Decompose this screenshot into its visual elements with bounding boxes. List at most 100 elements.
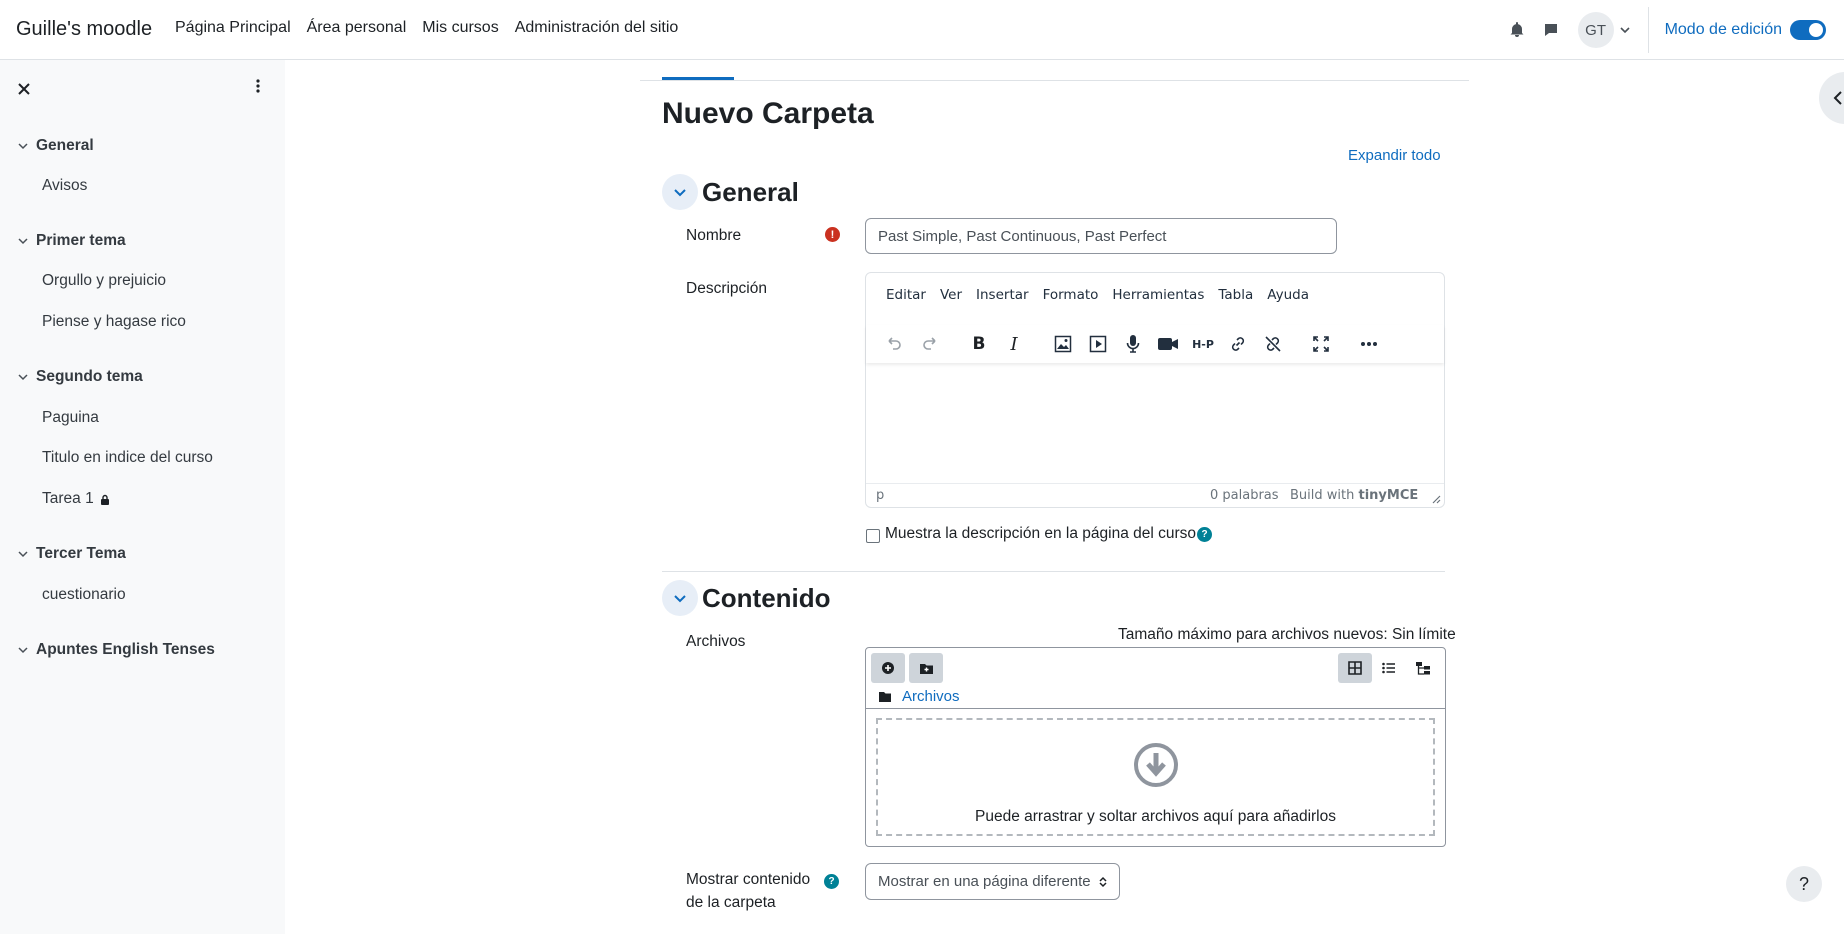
bold-button[interactable]: B	[966, 331, 992, 357]
section-title: Tercer Tema	[36, 545, 126, 562]
course-item-cuestionario[interactable]: cuestionario	[42, 586, 126, 604]
course-item-titulo[interactable]: Titulo en indice del curso	[42, 449, 213, 467]
course-item-tarea-1[interactable]: Tarea 1	[42, 490, 110, 508]
course-section-tercer-tema[interactable]: Tercer Tema	[18, 545, 126, 563]
course-section-general[interactable]: General	[18, 137, 94, 155]
nav-link-my-courses[interactable]: Mis cursos	[422, 19, 498, 37]
more-tools-button[interactable]	[1356, 331, 1382, 357]
notifications-button[interactable]	[1500, 13, 1534, 47]
add-folder-icon	[919, 663, 933, 674]
name-field[interactable]	[865, 218, 1337, 254]
edit-mode-label: Modo de edición	[1664, 21, 1782, 38]
lock-icon	[100, 494, 109, 505]
insert-image-button[interactable]	[1050, 331, 1076, 357]
record-video-button[interactable]	[1155, 331, 1181, 357]
show-description-checkbox[interactable]	[866, 529, 880, 543]
menu-format[interactable]: Formato	[1043, 287, 1099, 303]
site-name[interactable]: Guille's moodle	[16, 18, 152, 41]
create-folder-button[interactable]	[909, 653, 943, 683]
resize-handle-icon[interactable]	[1432, 495, 1441, 504]
course-item-paguina[interactable]: Paguina	[42, 409, 99, 427]
collapse-content-button[interactable]	[662, 580, 698, 616]
help-button[interactable]: ?	[1786, 866, 1822, 902]
insert-media-button[interactable]	[1085, 331, 1111, 357]
course-section-segundo-tema[interactable]: Segundo tema	[18, 368, 143, 386]
undo-button[interactable]	[881, 331, 907, 357]
view-list-button[interactable]	[1372, 653, 1406, 683]
expand-all-link[interactable]: Expandir todo	[1348, 147, 1441, 164]
course-index-drawer: General Avisos Primer tema Orgullo y pre…	[0, 60, 285, 934]
folder-path-link[interactable]: Archivos	[902, 688, 960, 705]
add-file-button[interactable]	[871, 653, 905, 683]
close-drawer-button[interactable]	[18, 78, 30, 101]
word-count[interactable]: 0 palabras	[1210, 488, 1279, 503]
chevron-left-icon	[1833, 91, 1842, 105]
course-index-options-button[interactable]	[255, 78, 261, 99]
display-mode-select[interactable]: Mostrar en una página diferente	[865, 863, 1120, 900]
open-block-drawer-button[interactable]	[1819, 72, 1844, 124]
media-icon	[1089, 335, 1107, 353]
edit-mode-toggle[interactable]	[1790, 20, 1826, 40]
course-item-piense[interactable]: Piense y hagase rico	[42, 313, 186, 331]
nav-link-site-admin[interactable]: Administración del sitio	[515, 19, 679, 37]
folder-icon	[879, 691, 891, 702]
page-title: Nuevo Carpeta	[662, 97, 874, 130]
chevron-down-icon	[18, 551, 28, 558]
course-item-avisos[interactable]: Avisos	[42, 177, 87, 195]
nav-link-dashboard[interactable]: Área personal	[307, 19, 407, 37]
help-icon[interactable]: ?	[824, 874, 839, 889]
video-camera-icon	[1158, 338, 1178, 350]
redo-button[interactable]	[917, 331, 943, 357]
kebab-menu-icon	[256, 79, 260, 93]
file-manager: Archivos Puede arrastrar y soltar archiv…	[865, 647, 1446, 847]
chevron-down-icon	[674, 595, 686, 603]
select-arrows-icon	[1099, 876, 1107, 887]
section-title-general: General	[702, 177, 799, 207]
active-tab-indicator	[662, 77, 734, 80]
avatar: GT	[1577, 12, 1614, 48]
primary-navigation: Página Principal Área personal Mis curso…	[175, 19, 678, 37]
menu-help[interactable]: Ayuda	[1267, 287, 1309, 303]
editor-statusbar: p 0 palabras Build with tinyMCE	[866, 483, 1444, 507]
italic-button[interactable]: I	[1001, 331, 1027, 357]
fullscreen-button[interactable]	[1308, 331, 1334, 357]
menu-table[interactable]: Tabla	[1218, 287, 1253, 303]
image-icon	[1054, 335, 1072, 353]
menu-edit[interactable]: Editar	[886, 287, 926, 303]
course-section-apuntes[interactable]: Apuntes English Tenses	[18, 641, 215, 659]
unlink-button[interactable]	[1260, 331, 1286, 357]
italic-icon: I	[1010, 333, 1018, 355]
course-item-orgullo[interactable]: Orgullo y prejuicio	[42, 272, 166, 290]
user-menu-button[interactable]: GT	[1574, 12, 1634, 48]
view-icons-button[interactable]	[1338, 653, 1372, 683]
unlink-icon	[1265, 336, 1281, 352]
h5p-button[interactable]: H-P	[1190, 331, 1216, 357]
course-item-label: Tarea 1	[42, 490, 94, 507]
close-icon	[18, 83, 30, 95]
menu-tools[interactable]: Herramientas	[1112, 287, 1204, 303]
file-manager-divider	[866, 708, 1445, 709]
course-section-primer-tema[interactable]: Primer tema	[18, 232, 126, 250]
nav-link-home[interactable]: Página Principal	[175, 19, 291, 37]
view-tree-button[interactable]	[1406, 653, 1440, 683]
element-path[interactable]: p	[876, 488, 884, 503]
menu-view[interactable]: Ver	[940, 287, 962, 303]
section-title-content: Contenido	[702, 583, 831, 613]
files-label: Archivos	[686, 633, 746, 650]
section-title: General	[36, 137, 94, 154]
menu-insert[interactable]: Insertar	[976, 287, 1029, 303]
collapse-general-button[interactable]	[662, 174, 698, 210]
file-drop-zone[interactable]: Puede arrastrar y soltar archivos aquí p…	[876, 718, 1435, 836]
messages-button[interactable]	[1534, 13, 1568, 47]
h5p-icon: H-P	[1192, 337, 1214, 351]
link-button[interactable]	[1225, 331, 1251, 357]
navbar-divider	[1647, 7, 1649, 53]
display-label-line1: Mostrar contenido	[686, 871, 811, 888]
tinymce-branding[interactable]: Build with tinyMCE	[1290, 488, 1418, 503]
editor-content-area[interactable]	[866, 365, 1444, 483]
record-audio-button[interactable]	[1120, 331, 1146, 357]
help-icon[interactable]: ?	[1197, 527, 1212, 542]
required-icon: !	[825, 227, 840, 242]
list-view-icon	[1382, 662, 1395, 674]
question-mark-icon: ?	[1798, 873, 1809, 894]
